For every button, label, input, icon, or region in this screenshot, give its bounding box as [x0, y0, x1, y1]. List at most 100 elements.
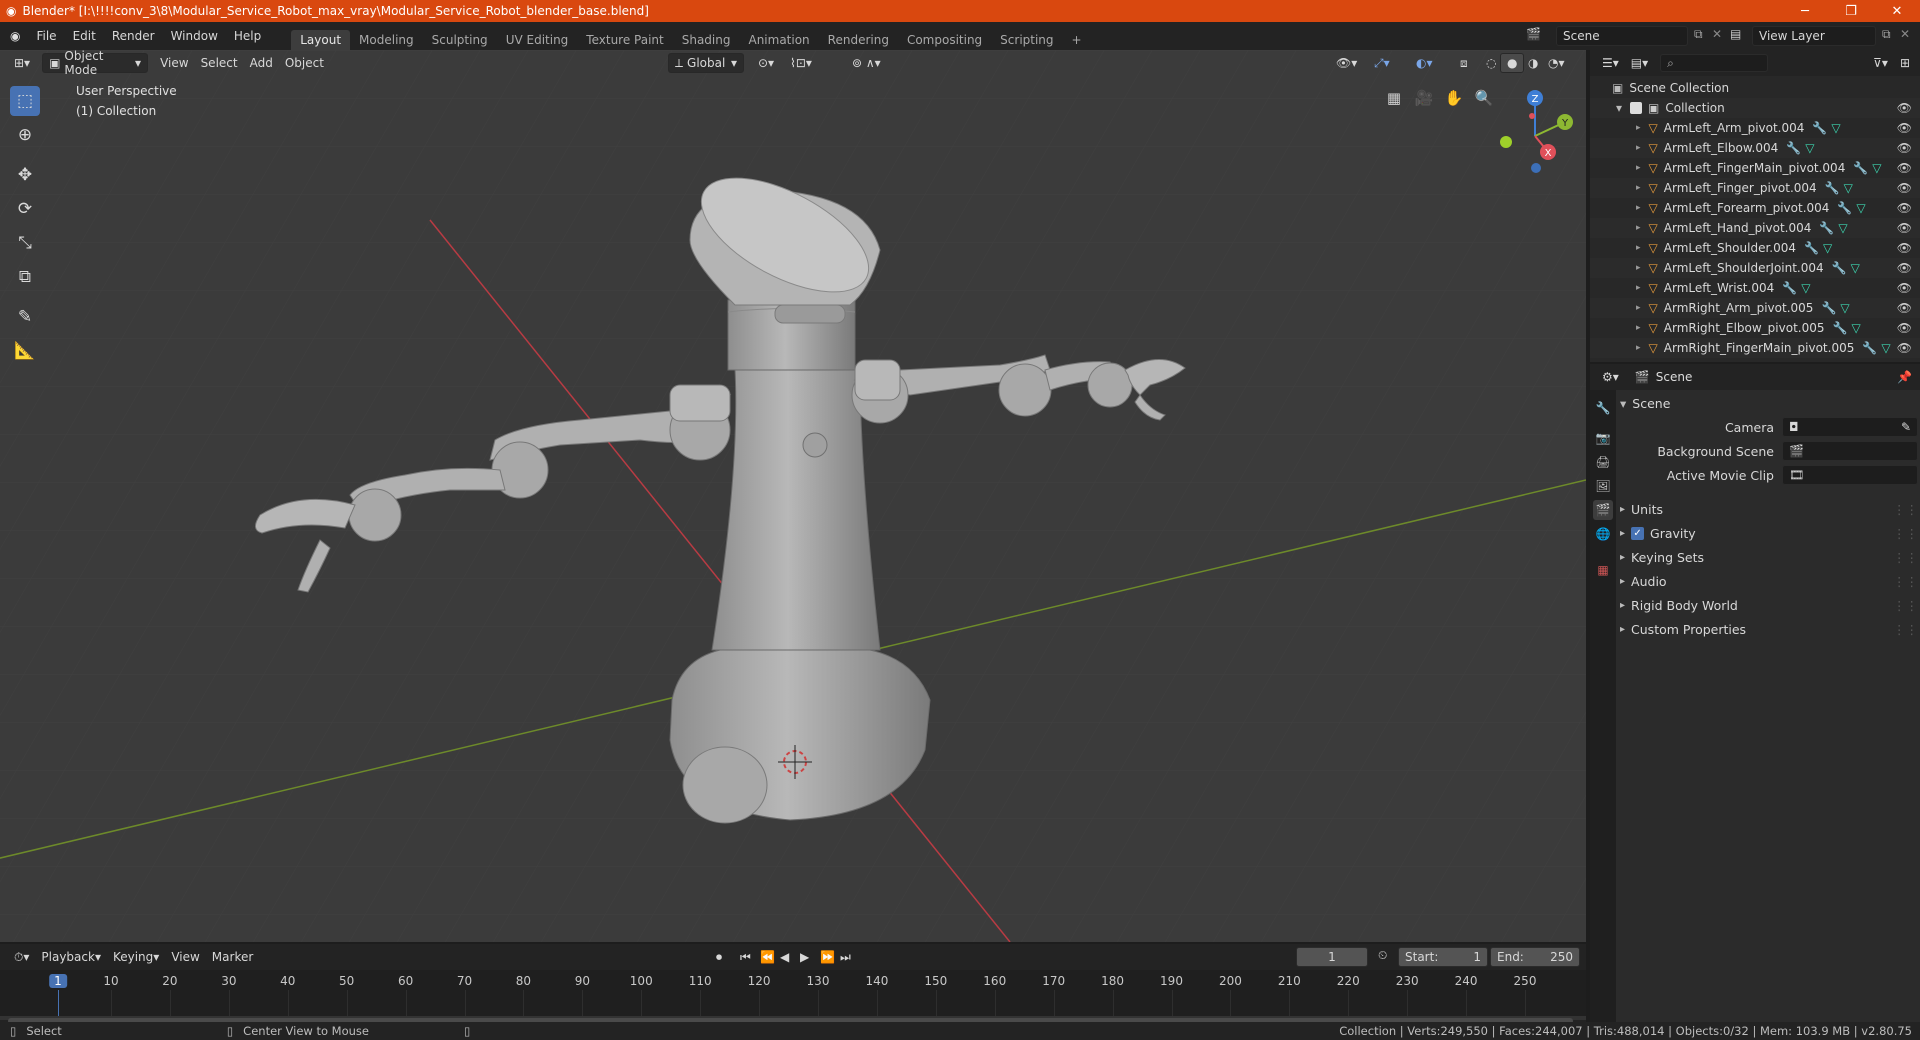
visibility-eye-icon[interactable]: 👁	[1897, 161, 1912, 175]
measure-tool-icon[interactable]: 📐	[10, 336, 40, 366]
tab-shading[interactable]: Shading	[673, 30, 740, 50]
display-mode-icon[interactable]: ▤▾	[1625, 53, 1654, 73]
properties-panel-header[interactable]: ▸ Units ⋮⋮	[1620, 498, 1918, 520]
eyedropper-icon[interactable]: ✎	[1901, 420, 1911, 434]
menu-help[interactable]: Help	[226, 29, 269, 43]
menu-window[interactable]: Window	[163, 29, 226, 43]
preview-range-icon[interactable]: ⏲	[1378, 948, 1387, 963]
drag-handle-icon[interactable]: ⋮⋮	[1893, 502, 1918, 517]
tab-layout[interactable]: Layout	[291, 30, 351, 50]
tab-compositing[interactable]: Compositing	[898, 30, 991, 50]
menu-timeline-view[interactable]: View	[165, 947, 205, 967]
tab-modeling[interactable]: Modeling	[350, 30, 423, 50]
add-workspace-icon[interactable]: +	[1063, 30, 1091, 50]
viewport-scene[interactable]	[0, 50, 1586, 942]
drag-handle-icon[interactable]: ⋮⋮	[1893, 574, 1918, 589]
xray-icon[interactable]: ⧈	[1454, 53, 1474, 73]
current-frame-field[interactable]: 1	[1296, 947, 1368, 967]
expand-arrow-icon[interactable]: ▸	[1636, 203, 1641, 213]
menu-file[interactable]: File	[28, 29, 64, 43]
toggle-grid-icon[interactable]: ▦	[1381, 85, 1407, 111]
expand-arrow-icon[interactable]: ▸	[1636, 303, 1641, 313]
menu-view[interactable]: View	[154, 53, 194, 73]
active-movie-clip-field[interactable]: 🎞	[1782, 465, 1918, 485]
modifier-icon[interactable]: 🔧	[1819, 221, 1834, 235]
delete-view-layer-icon[interactable]: ✕	[1900, 27, 1910, 41]
drag-handle-icon[interactable]: ⋮⋮	[1893, 622, 1918, 637]
close-icon[interactable]: ✕	[1874, 0, 1920, 22]
snap-icon[interactable]: ⌇⊡▾	[784, 53, 818, 73]
outliner-collection-row[interactable]: ▾ ▣ Collection 👁	[1590, 98, 1920, 118]
mesh-data-icon[interactable]: ▽	[1851, 321, 1860, 335]
properties-panel-header[interactable]: ▸ Keying Sets ⋮⋮	[1620, 546, 1918, 568]
properties-editor-type-icon[interactable]: ⚙▾	[1596, 367, 1625, 387]
world-tab-icon[interactable]: 🌐	[1593, 524, 1613, 544]
expand-arrow-icon[interactable]: ▸	[1636, 283, 1641, 293]
tab-scripting[interactable]: Scripting	[991, 30, 1062, 50]
scene-panel-header[interactable]: ▾ Scene	[1620, 392, 1918, 414]
visibility-eye-icon[interactable]: 👁	[1897, 261, 1912, 275]
play-reverse-icon[interactable]: ◀	[774, 947, 795, 967]
visibility-eye-icon[interactable]: 👁	[1897, 221, 1912, 235]
drag-handle-icon[interactable]: ⋮⋮	[1893, 526, 1918, 541]
visibility-eye-icon[interactable]: 👁	[1897, 301, 1912, 315]
new-scene-icon[interactable]: ⧉	[1694, 27, 1703, 42]
outliner-object-row[interactable]: ▸ ▽ ArmLeft_Finger_pivot.004 🔧 ▽ 👁	[1590, 178, 1920, 198]
render-tab-icon[interactable]: 📷	[1593, 428, 1613, 448]
scene-tab-icon[interactable]: 🎬	[1593, 500, 1613, 520]
background-scene-field[interactable]: 🎬	[1782, 441, 1918, 461]
start-frame-field[interactable]: Start: 1	[1398, 947, 1488, 967]
navigation-gizmo[interactable]: Z Y X	[1490, 86, 1580, 176]
tab-uv-editing[interactable]: UV Editing	[497, 30, 578, 50]
tool-tab-icon[interactable]: 🔧	[1593, 398, 1613, 418]
mesh-data-icon[interactable]: ▽	[1805, 141, 1814, 155]
outliner-object-row[interactable]: ▸ ▽ ArmLeft_Forearm_pivot.004 🔧 ▽ 👁	[1590, 198, 1920, 218]
outliner-object-row[interactable]: ▸ ▽ ArmRight_Elbow_pivot.005 🔧 ▽ 👁	[1590, 318, 1920, 338]
select-box-tool-icon[interactable]: ⬚	[10, 86, 40, 116]
visibility-eye-icon[interactable]: 👁	[1897, 241, 1912, 255]
outliner-object-row[interactable]: ▸ ▽ ArmLeft_ShoulderJoint.004 🔧 ▽ 👁	[1590, 258, 1920, 278]
view-layer-tab-icon[interactable]: 🖼	[1593, 476, 1613, 496]
modifier-icon[interactable]: 🔧	[1837, 201, 1852, 215]
rotate-tool-icon[interactable]: ⟳	[10, 194, 40, 224]
camera-view-icon[interactable]: 🎥	[1411, 85, 1437, 111]
mesh-data-icon[interactable]: ▽	[1872, 161, 1881, 175]
mesh-data-icon[interactable]: ▽	[1844, 181, 1853, 195]
pin-icon[interactable]: 📌	[1897, 370, 1912, 384]
timeline-area[interactable]: 1 10 20 30 40 50 60 70 80 90 100 110 120 130 140 150 160…	[0, 970, 1586, 1024]
modifier-icon[interactable]: 🔧	[1804, 241, 1819, 255]
record-icon[interactable]: ⏺	[710, 947, 728, 967]
tab-rendering[interactable]: Rendering	[819, 30, 898, 50]
expand-arrow-icon[interactable]: ▸	[1636, 123, 1641, 133]
expand-arrow-icon[interactable]: ▸	[1636, 223, 1641, 233]
output-tab-icon[interactable]: 🖨	[1593, 452, 1613, 472]
mesh-data-icon[interactable]: ▽	[1801, 281, 1810, 295]
expand-arrow-icon[interactable]: ▸	[1636, 183, 1641, 193]
expand-arrow-icon[interactable]: ▸	[1636, 163, 1641, 173]
3d-viewport[interactable]: ⊞▾ ▣ Object Mode ▾ View Select Add Object …	[0, 50, 1586, 942]
visibility-eye-icon[interactable]: 👁	[1897, 101, 1912, 115]
collapse-arrow-icon[interactable]: ▾	[1616, 101, 1622, 115]
mesh-data-icon[interactable]: ▽	[1851, 261, 1860, 275]
scale-tool-icon[interactable]: ⤡	[10, 228, 40, 258]
modifier-icon[interactable]: 🔧	[1862, 341, 1877, 355]
visibility-eye-icon[interactable]: 👁	[1897, 201, 1912, 215]
menu-select[interactable]: Select	[195, 53, 244, 73]
transform-orientation-dropdown[interactable]: ⟂ Global ▾	[668, 53, 744, 73]
tab-animation[interactable]: Animation	[739, 30, 818, 50]
properties-panel-header[interactable]: ▸ Audio ⋮⋮	[1620, 570, 1918, 592]
transform-tool-icon[interactable]: ⧉	[10, 262, 40, 292]
restore-icon[interactable]: ❐	[1828, 0, 1874, 22]
timeline-editor-type-icon[interactable]: ⏱▾	[8, 947, 35, 967]
tab-texture-paint[interactable]: Texture Paint	[577, 30, 672, 50]
annotate-tool-icon[interactable]: ✎	[10, 302, 40, 332]
modifier-icon[interactable]: 🔧	[1833, 321, 1848, 335]
visibility-eye-icon[interactable]: 👁	[1897, 341, 1912, 355]
play-icon[interactable]: ▶	[794, 947, 815, 967]
minimize-icon[interactable]: ─	[1782, 0, 1828, 22]
mesh-data-icon[interactable]: ▽	[1881, 341, 1890, 355]
expand-arrow-icon[interactable]: ▸	[1636, 323, 1641, 333]
outliner-object-row[interactable]: ▸ ▽ ArmRight_FingerMain_pivot.005 🔧 ▽ 👁	[1590, 338, 1920, 358]
editor-type-icon[interactable]: ⊞▾	[8, 53, 36, 73]
tab-sculpting[interactable]: Sculpting	[423, 30, 497, 50]
